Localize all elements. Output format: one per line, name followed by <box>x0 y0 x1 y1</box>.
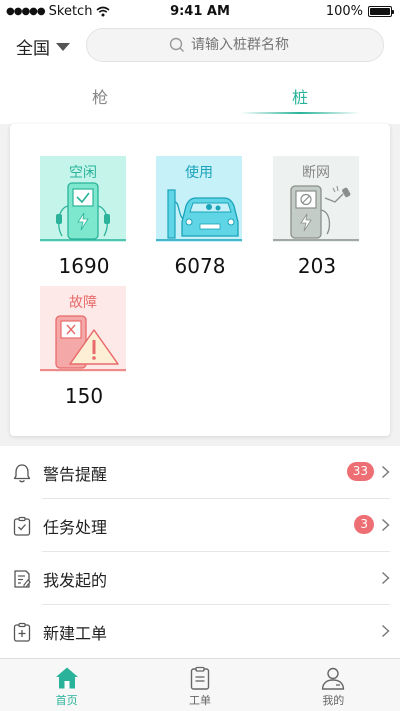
task-clipboard-icon <box>13 516 31 536</box>
search-bar[interactable] <box>86 28 384 62</box>
alerts-badge: 33 <box>346 462 374 481</box>
in-use-label: 使用 <box>185 165 213 181</box>
tab-gun[interactable]: 枪 <box>0 78 200 118</box>
menu-list: 警告提醒 33 任务处理 3 我发起的 新建工单 <box>0 446 400 658</box>
menu-item-new-order[interactable]: 新建工单 <box>0 605 400 658</box>
header: 全国 枪 桩 <box>0 24 400 124</box>
user-icon <box>322 667 345 690</box>
fault-label: 故障 <box>69 295 97 311</box>
chevron-right-icon <box>382 624 390 638</box>
offline-illustration: 断网 <box>273 156 359 242</box>
bell-icon <box>13 463 31 482</box>
menu-item-initiated[interactable]: 我发起的 <box>0 552 400 605</box>
chevron-right-icon <box>382 571 390 585</box>
offline-count: 203 <box>297 254 337 278</box>
search-icon <box>169 37 185 53</box>
city-selector[interactable]: 全国 <box>16 34 70 59</box>
home-icon <box>55 667 78 689</box>
new-clipboard-icon <box>13 622 31 642</box>
new-order-label: 新建工单 <box>43 623 108 643</box>
idle-count: 1690 <box>58 254 110 278</box>
menu-item-tasks[interactable]: 任务处理 3 <box>0 499 400 552</box>
nav-orders[interactable]: 工单 <box>133 659 266 711</box>
bottom-nav: 首页 工单 我的 <box>0 658 400 711</box>
in-use-count: 6078 <box>174 254 226 278</box>
chevron-right-icon <box>382 518 390 532</box>
document-edit-icon <box>14 569 31 588</box>
nav-home[interactable]: 首页 <box>0 659 133 711</box>
nav-home-label: 首页 <box>55 694 78 707</box>
search-input[interactable] <box>191 37 301 53</box>
battery-icon <box>368 6 394 17</box>
in-use-illustration: 使用 <box>156 156 242 242</box>
city-label: 全国 <box>16 39 50 59</box>
fault-count: 150 <box>64 384 104 408</box>
nav-profile[interactable]: 我的 <box>267 659 400 711</box>
tab-pile[interactable]: 桩 <box>200 78 400 118</box>
nav-profile-label: 我的 <box>322 694 345 707</box>
battery-group: 100% <box>325 4 394 19</box>
fault-illustration: 故障 <box>40 286 126 372</box>
tasks-label: 任务处理 <box>43 517 108 537</box>
status-tile-in-use[interactable]: 使用 6078 <box>156 156 244 278</box>
menu-item-alerts[interactable]: 警告提醒 33 <box>0 446 400 499</box>
status-tile-offline[interactable]: 断网 203 <box>273 156 361 278</box>
chevron-right-icon <box>382 465 390 479</box>
clipboard-icon <box>190 666 210 690</box>
battery-percent: 100% <box>325 4 363 19</box>
tasks-badge: 3 <box>354 515 374 534</box>
status-bar: ●●●●● Sketch 9:41 AM 100% <box>0 0 400 24</box>
alerts-label: 警告提醒 <box>43 464 108 484</box>
nav-orders-label: 工单 <box>188 694 211 707</box>
caret-down-icon <box>56 42 70 51</box>
status-tile-fault[interactable]: 故障 150 <box>40 286 128 408</box>
tab-bar: 枪 桩 <box>0 78 400 118</box>
status-card: 空闲 1690 使用 6078 断网 203 故障 150 <box>10 124 390 436</box>
initiated-label: 我发起的 <box>43 570 108 590</box>
offline-label: 断网 <box>302 165 330 181</box>
idle-illustration: 空闲 <box>40 156 126 242</box>
status-tile-idle[interactable]: 空闲 1690 <box>40 156 128 278</box>
idle-label: 空闲 <box>69 165 97 181</box>
